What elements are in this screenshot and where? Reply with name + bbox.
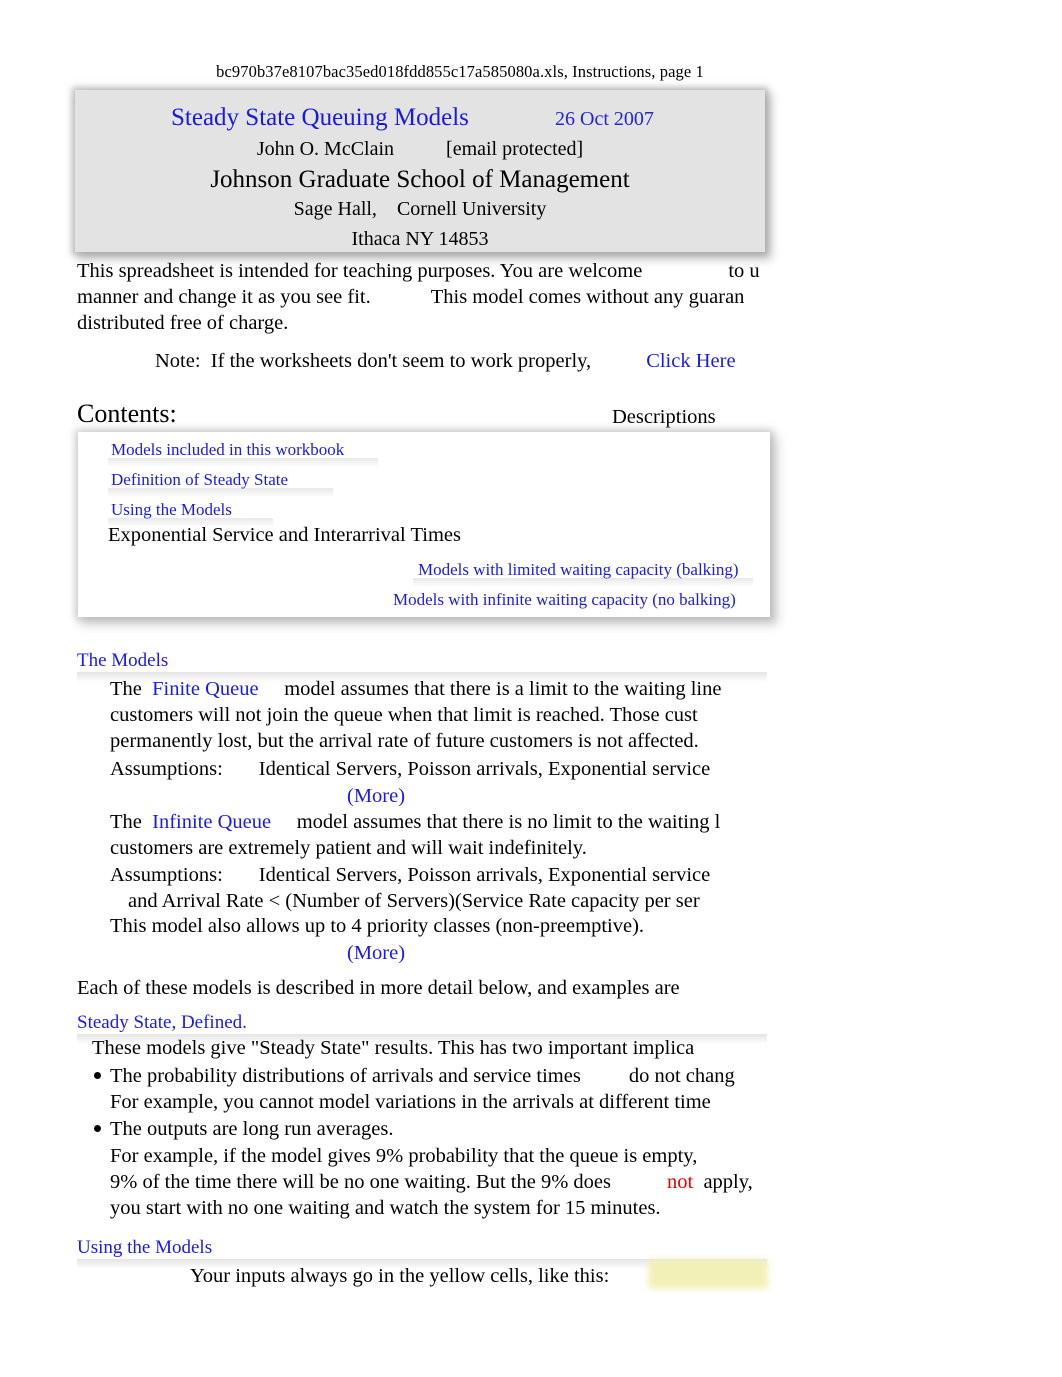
bullet-1-b: do not chang <box>628 1065 735 1087</box>
running-head: bc970b37e8107bac35ed018fdd855c17a585080a… <box>216 62 704 81</box>
title-row-main: Steady State Queuing Models 26 Oct 2007 <box>75 104 765 134</box>
section-heading-steady-state[interactable]: Steady State, Defined. <box>77 1012 247 1034</box>
contents-item-definition-steady-state[interactable]: Definition of Steady State <box>111 470 288 490</box>
contents-heading: Contents: <box>77 399 177 428</box>
contents-item-limited-capacity[interactable]: Models with limited waiting capacity (ba… <box>418 560 739 580</box>
steady-state-bullet-1-sub: For example, you cannot model variations… <box>110 1091 711 1113</box>
school-name: Johnson Graduate School of Management <box>210 166 630 193</box>
title-row-address: Sage Hall, Cornell University <box>75 198 765 221</box>
steady-state-bullet-1: The probability distributions of arrival… <box>110 1063 735 1089</box>
models-closing-line: Each of these models is described in mor… <box>77 977 680 999</box>
bullet-1-a: The probability distributions of arrival… <box>110 1065 581 1087</box>
bullet-2-sub2-b: apply, <box>703 1171 753 1193</box>
intro-line-2-b: This model comes without any guaran <box>430 286 745 308</box>
contents-item-infinite-capacity[interactable]: Models with infinite waiting capacity (n… <box>393 590 736 610</box>
infinite-assumptions-label: Assumptions: <box>110 864 223 886</box>
steady-state-bullet-2-sub-1: For example, if the model gives 9% proba… <box>110 1145 698 1167</box>
steady-state-intro: These models give "Steady State" results… <box>92 1037 695 1059</box>
finite-line-1-rest: model assumes that there is a limit to t… <box>284 678 722 700</box>
bullet-icon <box>94 1125 101 1132</box>
title-row-author: John O. McClain [email protected] <box>75 138 765 161</box>
steady-state-bullet-2-sub-3: you start with no one waiting and watch … <box>110 1197 661 1219</box>
intro-line-2: manner and change it as you see fit. This… <box>77 284 744 310</box>
note-label: Note: <box>155 350 201 372</box>
intro-line-1-a: This spreadsheet is intended for teachin… <box>77 260 643 282</box>
finite-queue-line-1: The Finite Queue model assumes that ther… <box>110 676 721 702</box>
descriptions-column-label: Descriptions <box>612 406 716 428</box>
yellow-cell-instruction: Your inputs always go in the yellow cell… <box>190 1265 610 1287</box>
contents-item-models-included[interactable]: Models included in this workbook <box>111 440 344 460</box>
infinite-queue-link[interactable]: Infinite Queue <box>152 811 271 833</box>
author-name: John O. McClain <box>256 138 395 160</box>
section-heading-the-models[interactable]: The Models <box>77 650 168 672</box>
infinite-assumptions-row: Assumptions: Identical Servers, Poisson a… <box>110 862 710 888</box>
title-date: 26 Oct 2007 <box>555 108 654 130</box>
yellow-input-cell[interactable] <box>648 1259 768 1289</box>
infinite-assumptions-text: Identical Servers, Poisson arrivals, Exp… <box>258 864 711 886</box>
infinite-queue-line-2: customers are extremely patient and will… <box>110 837 587 859</box>
contents-card: Models included in this workbook Definit… <box>78 432 770 617</box>
city-state-zip: Ithaca NY 14853 <box>351 228 489 250</box>
bullet-icon <box>94 1072 101 1079</box>
contents-item-exponential-service: Exponential Service and Interarrival Tim… <box>108 524 461 546</box>
finite-more-link[interactable]: (More) <box>347 783 405 809</box>
infinite-line-1-rest: model assumes that there is no limit to … <box>296 811 721 833</box>
intro-line-2-a: manner and change it as you see fit. <box>77 286 371 308</box>
finite-assumptions-label: Assumptions: <box>110 758 223 780</box>
infinite-queue-line-5: This model also allows up to 4 priority … <box>110 915 645 937</box>
building-name: Sage Hall, <box>293 198 377 220</box>
not-emphasis: not <box>667 1171 694 1193</box>
finite-assumptions-row: Assumptions: Identical Servers, Poisson a… <box>110 756 710 782</box>
intro-line-1-b: to u <box>728 260 760 282</box>
infinite-more-link[interactable]: (More) <box>347 940 405 966</box>
finite-queue-line-2: customers will not join the queue when t… <box>110 704 698 726</box>
note-text: If the worksheets don't seem to work pro… <box>210 350 592 372</box>
finite-assumptions-text: Identical Servers, Poisson arrivals, Exp… <box>258 758 711 780</box>
bullet-2-sub2-a: 9% of the time there will be no one wait… <box>110 1171 611 1193</box>
page-title: Steady State Queuing Models <box>171 104 469 131</box>
intro-line-1: This spreadsheet is intended for teachin… <box>77 258 760 284</box>
steady-state-bullet-2-sub-2: 9% of the time there will be no one wait… <box>110 1169 753 1195</box>
author-email: [email protected] <box>446 138 584 160</box>
intro-line-3: distributed free of charge. <box>77 312 289 334</box>
infinite-queue-line-4: and Arrival Rate < (Number of Servers)(S… <box>128 890 700 912</box>
steady-state-bullet-2: The outputs are long run averages. <box>110 1118 394 1140</box>
finite-queue-link[interactable]: Finite Queue <box>152 678 258 700</box>
university-name: Cornell University <box>396 198 547 220</box>
section-heading-using-the-models[interactable]: Using the Models <box>77 1237 212 1259</box>
click-here-link[interactable]: Click Here <box>646 350 735 372</box>
infinite-queue-line-1: The Infinite Queue model assumes that th… <box>110 809 720 835</box>
infinite-lead: The <box>110 811 142 833</box>
note-row: Note: If the worksheets don't seem to wo… <box>155 348 736 374</box>
finite-queue-line-3: permanently lost, but the arrival rate o… <box>110 730 699 752</box>
contents-item-using-the-models[interactable]: Using the Models <box>111 500 232 520</box>
finite-lead: The <box>110 678 142 700</box>
title-card: Steady State Queuing Models 26 Oct 2007 … <box>75 90 765 252</box>
document-page: bc970b37e8107bac35ed018fdd855c17a585080a… <box>0 0 1062 1377</box>
